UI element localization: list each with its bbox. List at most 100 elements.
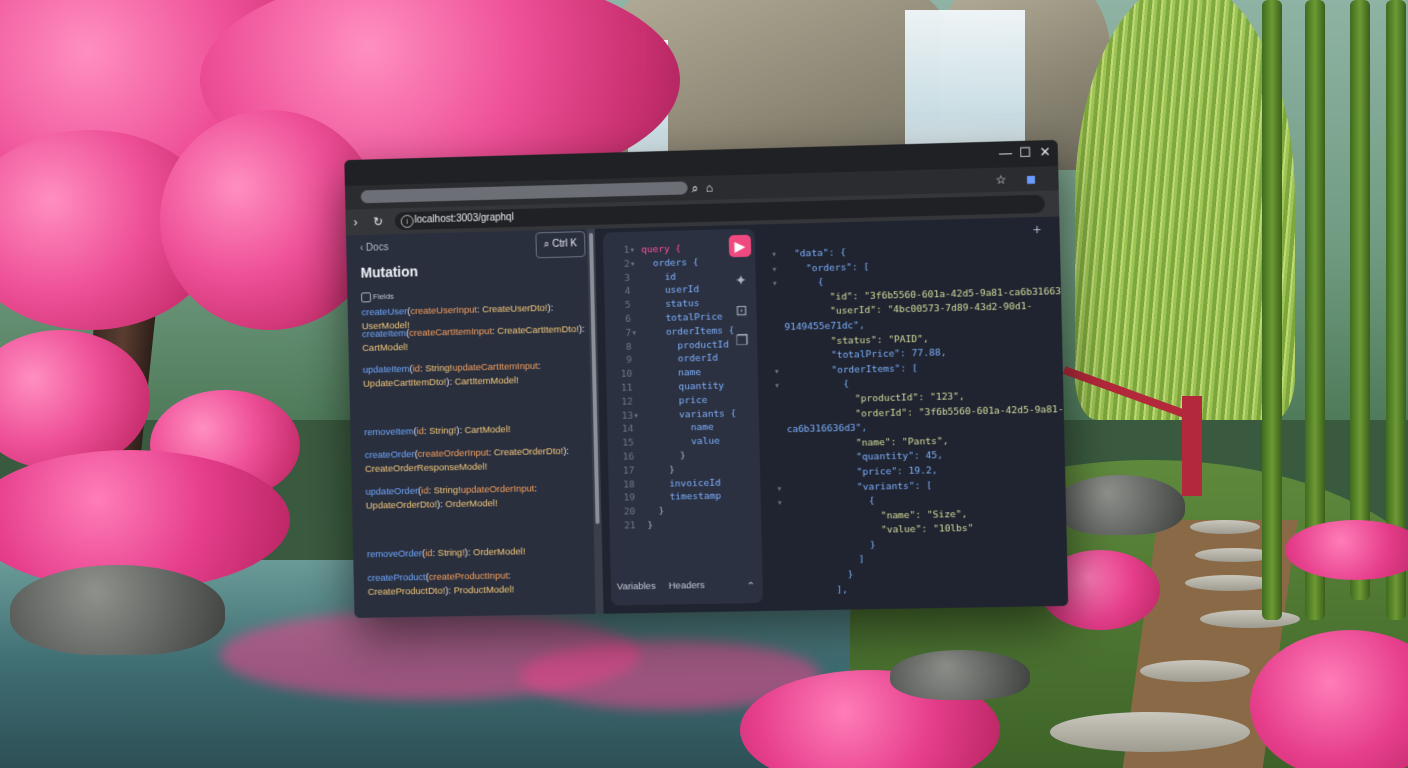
field-signature-part[interactable]: createUser — [361, 306, 407, 318]
code-text: } — [646, 505, 665, 518]
query-editor[interactable]: 1▾ query {2▾ orders {3 id 4 userId 5 status… — [602, 228, 764, 606]
field-signature-part[interactable]: CreateOrderDto! — [494, 446, 564, 458]
gutter — [778, 541, 790, 552]
field-signature-part: createUserInput — [410, 304, 478, 318]
fold-arrow-icon[interactable]: ▾ — [776, 483, 788, 494]
json-text: ca6b316636d3", — [786, 422, 868, 436]
fold-arrow-icon[interactable]: ▾ — [772, 278, 784, 289]
field-signature-part[interactable]: UpdateOrderDto! — [366, 499, 437, 511]
prettify-icon[interactable]: ✦ — [729, 269, 752, 292]
code-text: invoiceId — [646, 477, 721, 490]
docs-field-item[interactable]: createProduct(createProductInput: Create… — [367, 568, 593, 600]
json-text: "price": 19.2, — [787, 465, 938, 480]
field-signature-part[interactable]: UpdateCartItemDto! — [363, 377, 446, 390]
search-icon[interactable]: ⌕ — [691, 181, 698, 195]
field-signature-part[interactable]: removeOrder — [367, 548, 422, 560]
line-number: 3 — [624, 272, 636, 284]
line-number: 10 — [620, 368, 639, 381]
fold-arrow-icon[interactable]: ▾ — [777, 497, 789, 509]
forward-icon[interactable]: › — [353, 215, 357, 229]
field-signature-part[interactable]: String! — [425, 363, 452, 375]
reload-icon[interactable]: ↻ — [373, 215, 383, 229]
line-number: 14 — [622, 423, 640, 436]
gutter — [773, 322, 785, 333]
extension-icon[interactable]: ◼ — [1026, 172, 1036, 186]
merge-fragments-icon[interactable]: ⊡ — [730, 299, 753, 322]
fold-arrow-icon[interactable]: ▾ — [774, 380, 786, 392]
gutter — [772, 307, 784, 318]
response-viewer[interactable]: + ▾ "data": {▾ "orders": [▾ { "id": "3f6… — [765, 221, 1064, 603]
code-line: 15 value — [615, 434, 737, 450]
field-signature-part[interactable]: CreateOrderResponseModel! — [365, 462, 488, 475]
code-text: quantity — [644, 380, 725, 394]
docs-search-button[interactable]: ⌕ Ctrl K — [535, 231, 586, 259]
docs-back-label: Docs — [365, 242, 389, 254]
maximize-button[interactable]: ☐ — [1019, 145, 1031, 161]
docs-field-item[interactable]: updateItem(id: String!updateCartItemInpu… — [363, 359, 589, 392]
field-signature-part[interactable]: CreateUserDto! — [482, 303, 548, 316]
fold-arrow-icon[interactable]: ▾ — [771, 249, 783, 260]
docs-field-item[interactable]: createOrder(createOrderInput: CreateOrde… — [365, 444, 591, 477]
tab-variables[interactable]: Variables — [617, 581, 656, 593]
field-signature-part[interactable]: CreateCartItemDto! — [497, 324, 579, 337]
fold-arrow-icon[interactable]: ▾ — [774, 366, 786, 377]
docs-search-shortcut: Ctrl K — [552, 238, 578, 250]
copy-icon[interactable]: ❐ — [731, 329, 754, 352]
active-tab[interactable] — [360, 181, 688, 204]
bridge-post — [1182, 396, 1202, 496]
bookmark-star-icon[interactable]: ☆ — [995, 173, 1006, 187]
graphiql-workspace: 1▾ query {2▾ orders {3 id 4 userId 5 status… — [594, 216, 1069, 614]
field-signature-part: createOrderInput — [417, 447, 489, 460]
line-number: 5 — [624, 299, 637, 312]
field-signature-part[interactable]: removeItem — [364, 426, 414, 438]
field-signature-part[interactable]: String! — [434, 485, 461, 496]
field-signature-part[interactable]: String! — [438, 547, 465, 558]
docs-field-item[interactable]: createItem(createCartItemInput: CreateCa… — [362, 323, 588, 356]
gutter — [778, 556, 790, 567]
field-signature-part[interactable]: String! — [429, 425, 456, 437]
add-tab-icon[interactable]: + — [1033, 221, 1042, 237]
field-signature-part: : — [537, 360, 541, 372]
gutter — [775, 424, 787, 435]
field-signature-part[interactable]: CartModel! — [464, 424, 510, 436]
field-signature-part[interactable]: CreateProductDto! — [368, 586, 446, 598]
tab-headers[interactable]: Headers — [669, 580, 705, 592]
code-text: orderItems { — [642, 325, 735, 339]
line-number: 18 — [623, 478, 641, 491]
json-text: { — [783, 277, 824, 290]
field-signature-part[interactable]: ProductModel! — [453, 584, 514, 596]
field-signature-part[interactable]: CartItemModel! — [454, 375, 518, 387]
close-button[interactable]: ✕ — [1039, 144, 1050, 160]
field-signature-part[interactable]: OrderModel! — [445, 498, 497, 510]
field-signature-part[interactable]: CartModel! — [362, 342, 408, 354]
run-query-button[interactable]: ▶ — [728, 234, 752, 258]
code-text: value — [645, 435, 720, 449]
query-code[interactable]: 1▾ query {2▾ orders {3 id 4 userId 5 status… — [611, 241, 739, 533]
gutter — [773, 351, 785, 362]
gutter — [775, 410, 787, 421]
docs-field-item[interactable]: removeItem(id: String!): CartModel! — [364, 421, 590, 440]
bamboo-stalk — [1350, 0, 1370, 600]
json-text: "orderItems": [ — [785, 362, 918, 377]
code-text: } — [647, 519, 654, 532]
docs-field-item[interactable]: updateOrder(id: String!updateOrderInput:… — [365, 481, 591, 513]
site-info-icon[interactable]: i — [400, 214, 414, 229]
field-signature-part[interactable]: updateOrder — [365, 486, 418, 498]
docs-back-link[interactable]: ‹ Docs — [360, 242, 389, 254]
field-signature-part[interactable]: createProduct — [367, 572, 425, 584]
field-signature-part[interactable]: createOrder — [365, 449, 415, 461]
minimize-button[interactable]: — — [999, 145, 1013, 160]
field-signature-part[interactable]: createItem — [362, 328, 406, 340]
field-signature-part: updateCartItemInput — [452, 360, 539, 374]
code-text: variants { — [644, 407, 737, 421]
line-number: 15 — [622, 437, 640, 449]
docs-field-item[interactable]: removeOrder(id: String!): OrderModel! — [367, 544, 593, 562]
gutter — [775, 439, 787, 450]
fold-arrow-icon[interactable]: ▾ — [771, 264, 783, 275]
line-number: 17 — [622, 465, 641, 477]
field-signature-part[interactable]: updateItem — [363, 364, 410, 376]
field-signature-part[interactable]: OrderModel! — [473, 546, 525, 558]
home-icon[interactable]: ⌂ — [705, 181, 713, 195]
collapse-toggle-icon[interactable]: ⌃ — [747, 581, 755, 592]
line-number: 1▾ — [623, 244, 636, 257]
